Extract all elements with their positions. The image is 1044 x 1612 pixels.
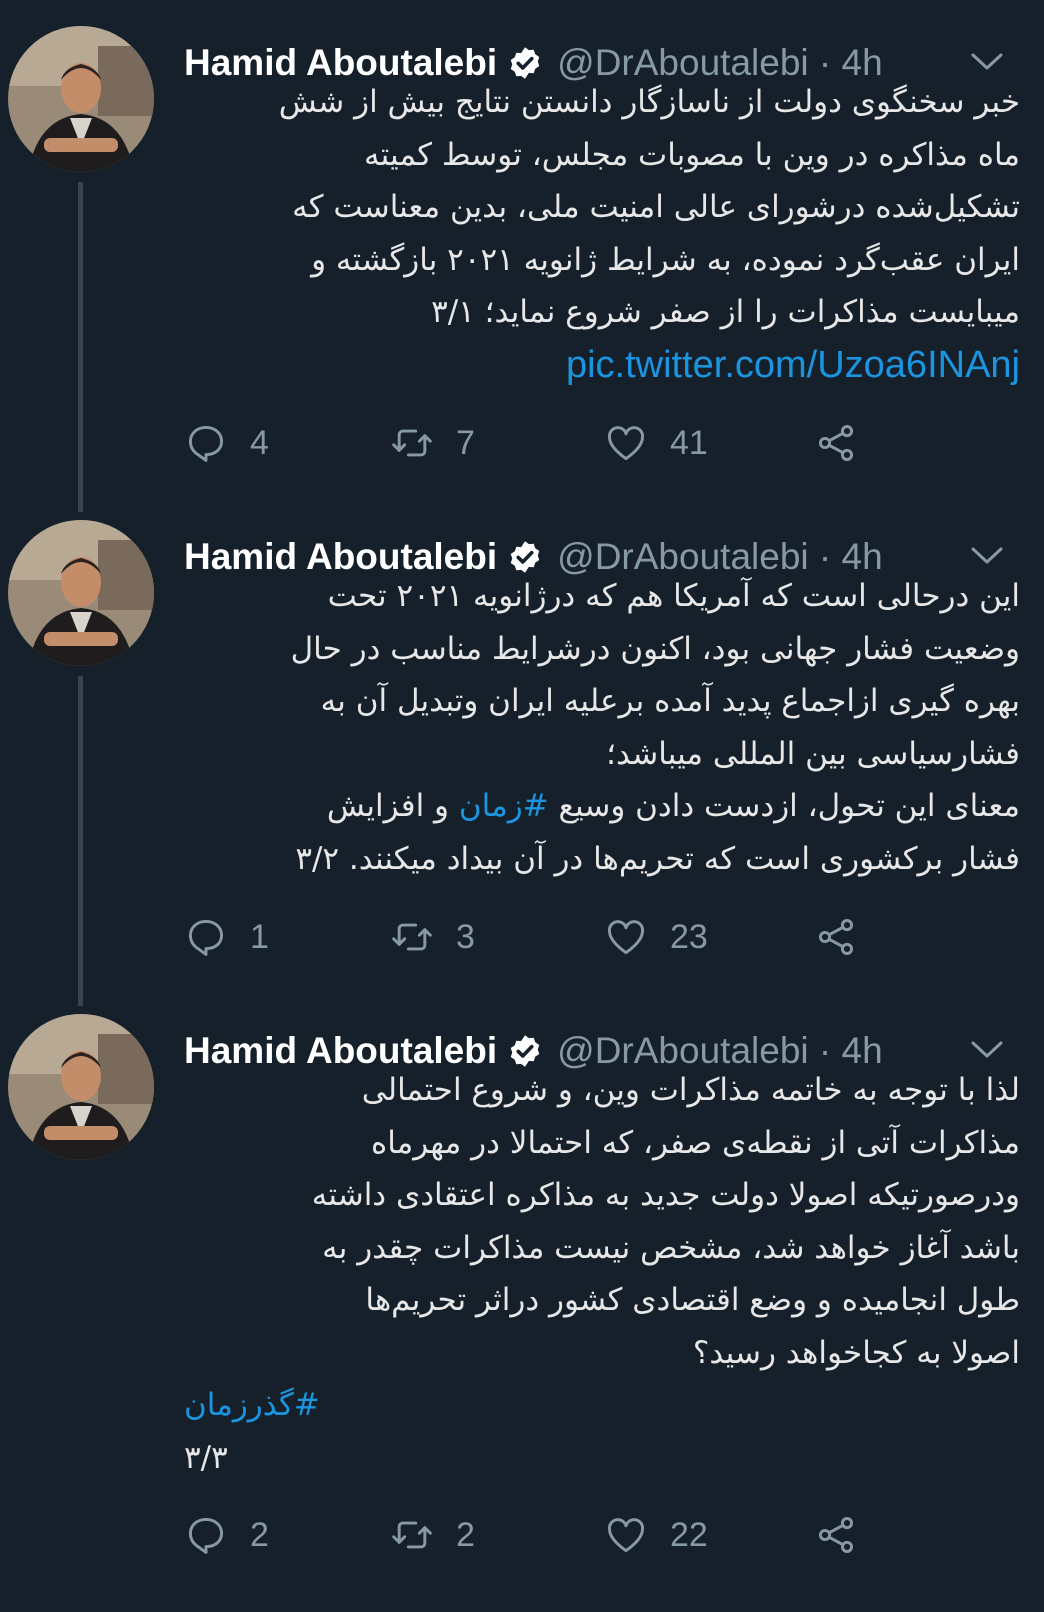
reply-button[interactable]: 2 bbox=[184, 1510, 269, 1560]
share-icon bbox=[818, 425, 854, 461]
reply-button[interactable]: 1 bbox=[184, 912, 269, 962]
tweet-link[interactable]: pic.twitter.com/Uzoa6INAnj bbox=[566, 344, 1020, 386]
tweet-actions: 2 2 22 bbox=[184, 1510, 884, 1560]
tweet-line: اصولا به کجاخواهد رسید؟ bbox=[692, 1334, 1020, 1371]
like-icon bbox=[608, 426, 644, 461]
tweet-line: تشکیل‌شده درشورای عالی امنیت ملی، بدین م… bbox=[292, 189, 1020, 225]
like-count: 22 bbox=[670, 1515, 708, 1554]
avatar[interactable] bbox=[8, 26, 154, 172]
tweet-line: ماه مذاکره در وین با مصوبات مجلس، توسط ک… bbox=[364, 136, 1020, 173]
retweet-icon bbox=[392, 923, 432, 951]
share-button[interactable] bbox=[814, 1510, 858, 1560]
retweet-icon bbox=[392, 1521, 432, 1549]
share-button[interactable] bbox=[814, 912, 858, 962]
tweet-line: وضعیت فشار جهانی بود، اکنون درشرایط مناس… bbox=[290, 630, 1020, 667]
tweet-line: بهره گیری ازاجماع پدید آمده برعلیه ایران… bbox=[320, 683, 1020, 719]
reply-count: 2 bbox=[250, 1515, 269, 1554]
like-icon bbox=[608, 1518, 644, 1553]
reply-count: 4 bbox=[250, 423, 269, 462]
tweet-line: معنای این تحول، ازدست دادن وسیع #زمان و … bbox=[326, 788, 1020, 824]
retweet-count: 3 bbox=[456, 917, 475, 956]
tweet-line: لذا با توجه به خاتمه مذاکرات وین، و شروع… bbox=[361, 1072, 1020, 1108]
chevron-down-icon[interactable] bbox=[970, 1036, 1004, 1064]
thread-counter: ۳/۳ bbox=[184, 1439, 228, 1476]
tweet-line: فشارسیاسی بین المللی میباشد؛ bbox=[606, 735, 1020, 772]
share-icon bbox=[818, 1517, 854, 1553]
chevron-down-icon[interactable] bbox=[970, 542, 1004, 570]
tweet-line: این درحالی است که آمریکا هم که درژانویه … bbox=[327, 578, 1020, 614]
like-icon bbox=[608, 920, 644, 955]
tweet-line: ودرصورتیکه اصولا دولت جدید به مذاکره اعت… bbox=[311, 1177, 1020, 1213]
hashtag-link[interactable]: #گذرزمان bbox=[184, 1387, 320, 1423]
reply-icon bbox=[188, 919, 224, 956]
tweet-line: ایران عقب‌گرد نموده، به شرایط ژانویه ۲۰۲… bbox=[311, 241, 1020, 278]
tweet-text: این درحالی است که آمریکا هم که درژانویه … bbox=[184, 570, 1020, 885]
retweet-button[interactable]: 3 bbox=[390, 912, 475, 962]
reply-icon bbox=[188, 425, 224, 462]
tweet-line: میبایست مذاکرات را از صفر شروع نماید؛ ۳/… bbox=[431, 294, 1020, 330]
tweet-line: مذاکرات آتی از نقطه‌ی صفر، که احتمالا در… bbox=[370, 1124, 1020, 1161]
like-button[interactable]: 23 bbox=[604, 912, 708, 962]
like-count: 41 bbox=[670, 423, 708, 462]
tweet-text: خبر سخنگوی دولت از ناسازگار دانستن نتایج… bbox=[184, 76, 1020, 391]
thread-line bbox=[78, 676, 83, 1006]
tweet-line: خبر سخنگوی دولت از ناسازگار دانستن نتایج… bbox=[278, 84, 1020, 120]
retweet-count: 2 bbox=[456, 1515, 475, 1554]
like-count: 23 bbox=[670, 917, 708, 956]
tweet-text: لذا با توجه به خاتمه مذاکرات وین، و شروع… bbox=[184, 1064, 1020, 1484]
reply-count: 1 bbox=[250, 917, 269, 956]
tweet-actions: 4 7 41 bbox=[184, 418, 884, 468]
tweet-line: فشار برکشوری است که تحریم‌ها در آن بیداد… bbox=[295, 840, 1020, 877]
tweet-line: طول انجامیده و وضع اقتصادی کشور دراثر تح… bbox=[365, 1282, 1020, 1318]
thread-line bbox=[78, 182, 83, 512]
reply-button[interactable]: 4 bbox=[184, 418, 269, 468]
chevron-down-icon[interactable] bbox=[970, 48, 1004, 76]
tweet-line: باشد آغاز خواهد شد، مشخص نیست مذاکرات چق… bbox=[322, 1229, 1020, 1266]
like-button[interactable]: 41 bbox=[604, 418, 708, 468]
avatar[interactable] bbox=[8, 1014, 154, 1160]
reply-icon bbox=[188, 1517, 224, 1554]
tweet-actions: 1 3 23 bbox=[184, 912, 884, 962]
share-icon bbox=[818, 919, 854, 955]
retweet-button[interactable]: 7 bbox=[390, 418, 475, 468]
retweet-button[interactable]: 2 bbox=[390, 1510, 475, 1560]
retweet-icon bbox=[392, 429, 432, 457]
like-button[interactable]: 22 bbox=[604, 1510, 708, 1560]
hashtag-link[interactable]: #زمان bbox=[459, 788, 549, 824]
retweet-count: 7 bbox=[456, 423, 475, 462]
share-button[interactable] bbox=[814, 418, 858, 468]
avatar[interactable] bbox=[8, 520, 154, 666]
